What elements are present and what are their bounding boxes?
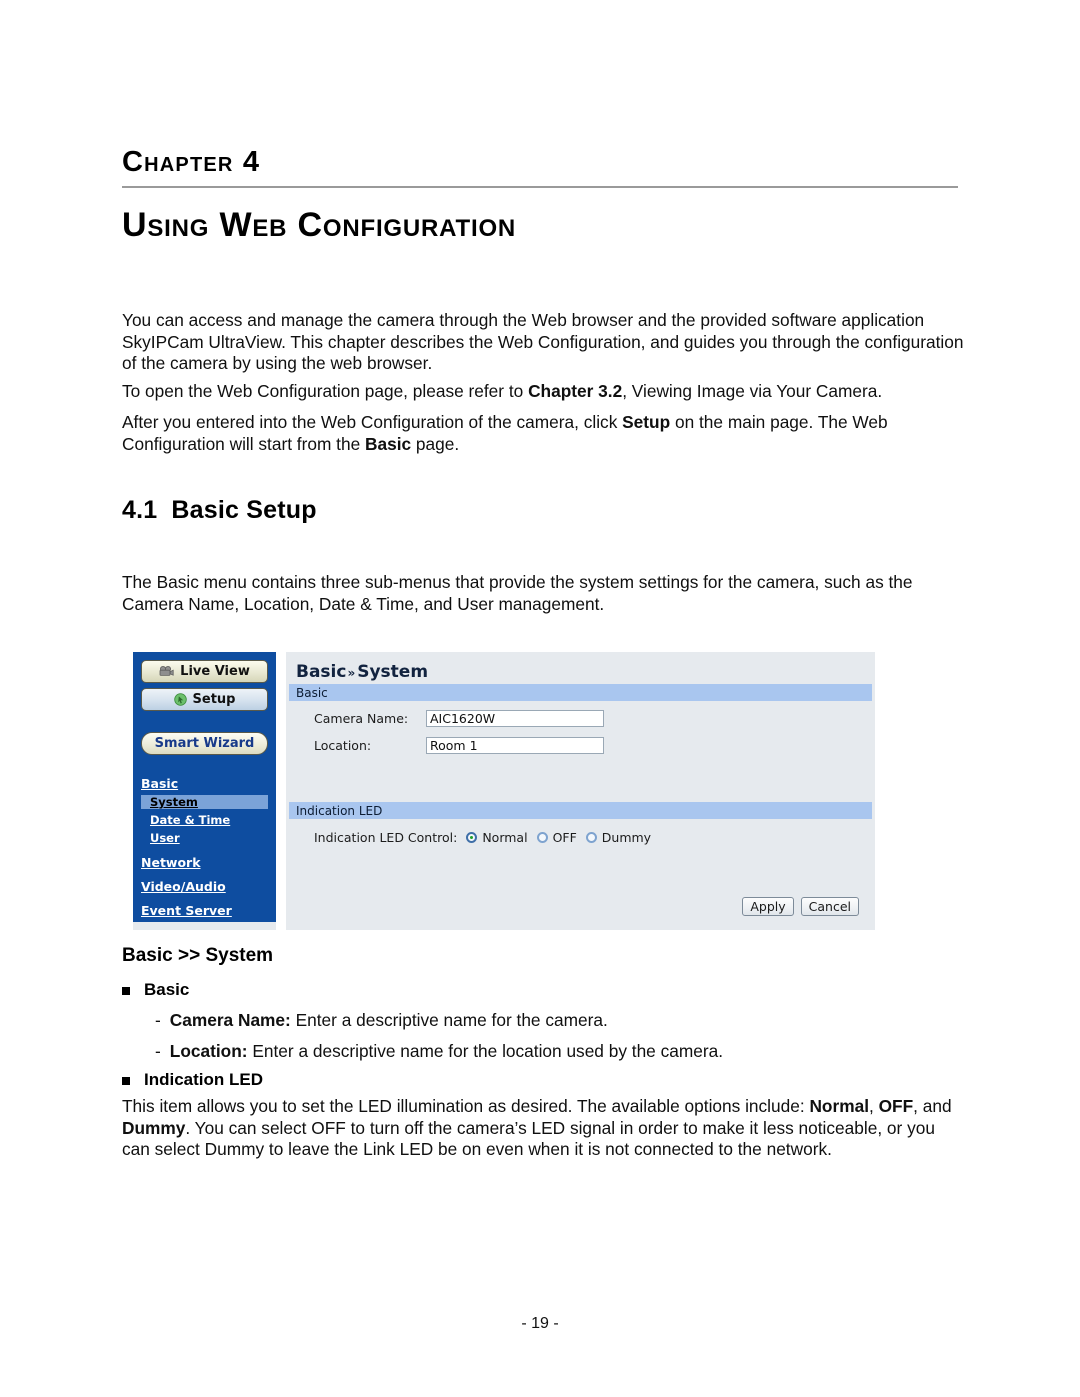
dash-marker: - [155,1010,161,1030]
screenshot-content-panel: Basic» System Basic Camera Name: AIC1620W… [286,652,875,930]
explanation-heading: Basic >> System [122,945,274,966]
led-desc-part1: This item allows you to set the LED illu… [122,1096,810,1116]
sidebar-item-system[interactable]: System [141,795,268,809]
after-entered-basic-bold: Basic [365,433,412,454]
radio-off[interactable] [536,832,548,843]
sidebar-group-video-audio[interactable]: Video/Audio [141,879,226,894]
open-page-chapter-ref: Chapter 3.2 [528,381,623,401]
breadcrumb-system: System [357,662,429,682]
live-view-label: Live View [180,664,250,679]
sidebar-group-basic[interactable]: Basic [141,776,178,791]
sidebar-group-network[interactable]: Network [141,855,201,870]
field-location: Location: Room 1 [314,737,604,754]
radio-off-label: OFF [552,830,577,845]
smart-wizard-button[interactable]: Smart Wizard [141,732,268,755]
field-camera-name: Camera Name: AIC1620W [314,710,604,727]
camera-name-label: Camera Name: [314,711,409,726]
section-title: Basic Setup [171,496,317,524]
smart-wizard-label: Smart Wizard [154,736,255,751]
after-entered-part1: After you entered into the Web Configura… [122,412,623,432]
led-desc-part4: . You can select OFF to turn off the cam… [122,1117,935,1160]
dash-marker: - [155,1041,161,1061]
definition-location: - Location: Enter a descriptive name for … [155,1041,723,1062]
paragraph-open-page: To open the Web Configuration page, plea… [122,381,967,403]
content-breadcrumb: Basic» System [296,662,428,682]
radio-normal-label: Normal [482,830,528,845]
page-number: - 19 - [521,1315,559,1332]
camera-name-input[interactable]: AIC1620W [426,710,604,727]
paragraph-basic-menu: The Basic menu contains three sub-menus … [122,572,913,614]
led-desc-part3: , and [913,1096,952,1116]
bullet-indication-led: Indication LED [122,1070,263,1090]
document-page: Chapter 4 Using Web Configuration You ca… [0,0,1080,1397]
open-page-prefix: To open the Web Configuration page, plea… [122,381,529,401]
after-entered-setup-bold: Setup [622,412,671,432]
location-label: Location: [314,738,372,753]
led-desc-part2: , [869,1096,879,1116]
radio-dummy[interactable] [585,832,597,843]
definition-camera-name: - Camera Name: Enter a descriptive name f… [155,1010,608,1031]
section-bar-basic: Basic [289,684,872,701]
paragraph-led-description: This item allows you to set the LED illu… [122,1096,967,1161]
location-description: Enter a descriptive name for the locatio… [247,1041,724,1061]
section-number: 4.1 [122,496,158,524]
chapter-title: Using Web Configuration [122,206,517,244]
apply-button[interactable]: Apply [742,897,794,916]
bullet-basic-label: Basic [144,980,190,999]
chapter-divider [122,186,958,188]
section-heading: 4.1 Basic Setup [122,496,317,525]
open-page-suffix: , Viewing Image via Your Camera. [622,381,883,401]
indication-led-control-row: Indication LED Control: Normal OFF Dummy [314,830,651,845]
setup-label: Setup [192,692,236,707]
led-desc-normal-bold: Normal [809,1096,869,1116]
paragraph-after-entered: After you entered into the Web Configura… [122,412,967,455]
radio-dummy-label: Dummy [601,830,652,845]
embedded-screenshot: Live View Setup Smart Wizard Basic Syste… [133,652,875,930]
chapter-label: Chapter 4 [122,146,261,178]
sidebar-group-event-server[interactable]: Event Server [141,903,232,918]
breadcrumb-basic: Basic [296,662,347,682]
bullet-square-icon [122,1077,130,1085]
chapter-heading-block: Chapter 4 Using Web Configuration [122,148,958,244]
location-input[interactable]: Room 1 [426,737,604,754]
after-entered-part3: page. [411,433,460,454]
sidebar-item-date-time[interactable]: Date & Time [150,813,230,827]
section-bar-indication-led: Indication LED [289,802,872,819]
camera-name-term: Camera Name: [169,1010,291,1030]
cancel-button[interactable]: Cancel [800,897,859,916]
form-action-buttons: Apply Cancel [742,897,859,916]
bullet-indication-led-label: Indication LED [144,1070,263,1089]
bullet-square-icon [122,987,130,995]
screenshot-sidebar: Live View Setup Smart Wizard Basic Syste… [133,652,276,922]
screenshot-sidebar-gap [276,652,286,930]
camcorder-icon [159,666,174,677]
led-desc-dummy-bold: Dummy [122,1117,186,1138]
location-term: Location: [169,1041,248,1061]
sidebar-item-user[interactable]: User [150,831,180,845]
bullet-basic: Basic [122,980,189,1000]
setup-button[interactable]: Setup [141,688,268,711]
cursor-circle-icon [173,693,187,706]
paragraph-intro: You can access and manage the camera thr… [122,310,964,373]
indication-led-control-label: Indication LED Control: [314,830,458,845]
led-desc-off-bold: OFF [878,1096,914,1116]
radio-normal[interactable] [466,832,478,843]
breadcrumb-separator-icon: » [347,666,356,680]
camera-name-description: Enter a descriptive name for the camera. [290,1010,608,1030]
live-view-button[interactable]: Live View [141,660,268,683]
